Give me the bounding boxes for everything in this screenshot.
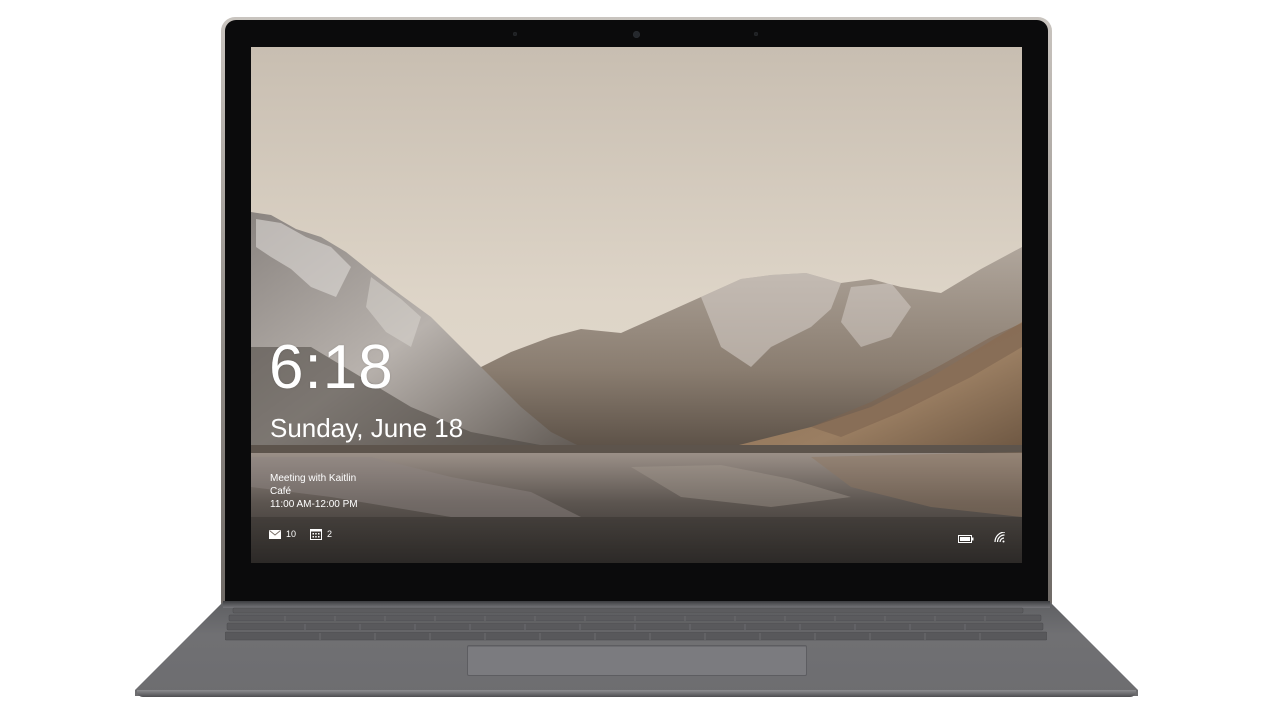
- trackpad[interactable]: [467, 645, 807, 676]
- calendar-status: 2: [310, 528, 332, 540]
- event-title: Meeting with Kaitlin: [270, 473, 357, 484]
- lock-status-row: 10 2: [269, 528, 332, 540]
- sensor-left: [513, 32, 517, 36]
- lock-screen[interactable]: 6:18 Sunday, June 18 Meeting with Kaitli…: [251, 47, 1022, 563]
- laptop-base-edge: [137, 690, 1136, 697]
- laptop-product-shot: 6:18 Sunday, June 18 Meeting with Kaitli…: [0, 0, 1280, 720]
- calendar-event-card: Meeting with Kaitlin Café 11:00 AM-12:00…: [270, 472, 358, 511]
- lock-screen-wallpaper: [251, 47, 1022, 563]
- wifi-icon: [994, 528, 1006, 547]
- keyboard: [225, 607, 1047, 641]
- lock-date: Sunday, June 18: [270, 413, 464, 443]
- sensor-right: [754, 32, 758, 36]
- event-location: Café: [270, 486, 292, 497]
- camera: [633, 31, 640, 38]
- lock-time: 6:18: [269, 333, 394, 402]
- battery-icon: [958, 528, 974, 547]
- calendar-icon: [310, 528, 323, 540]
- mail-count: 10: [286, 529, 297, 539]
- mail-status: 10: [269, 529, 296, 539]
- event-time: 11:00 AM-12:00 PM: [270, 499, 358, 510]
- mail-icon: [269, 529, 281, 539]
- system-tray: [958, 528, 1006, 547]
- calendar-count: 2: [327, 529, 333, 539]
